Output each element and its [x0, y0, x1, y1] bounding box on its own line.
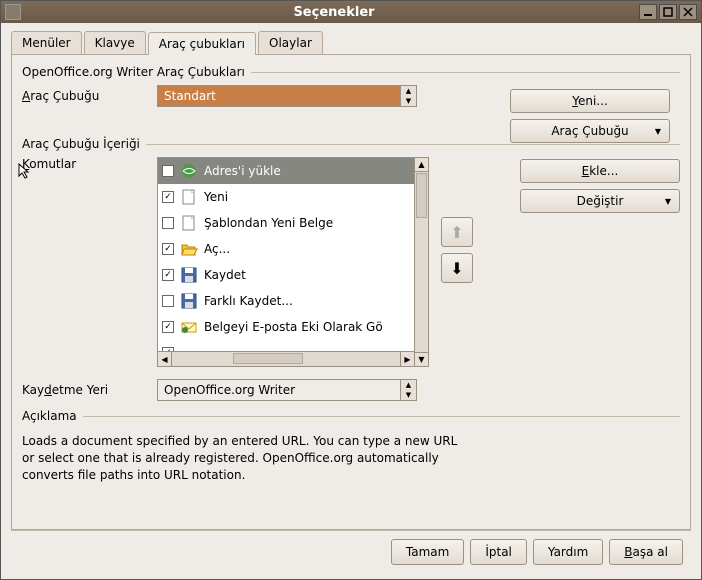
modify-button[interactable]: Değiştir▼	[520, 189, 680, 213]
divider	[251, 72, 680, 73]
commands-listbox[interactable]: Adres'i yükle ✓ Yeni Şablondan Yeni Belge ✓ A…	[157, 157, 414, 367]
scrollbar-vertical[interactable]: ▲ ▼	[414, 157, 429, 367]
tab-content: OpenOffice.org Writer Araç Çubukları Ara…	[11, 54, 691, 530]
scroll-right-icon[interactable]: ▶	[400, 352, 414, 366]
checkbox[interactable]: ✓	[162, 191, 174, 203]
legend-content: Araç Çubuğu İçeriği	[22, 137, 140, 151]
list-item[interactable]: ✓---------------------------------	[158, 340, 414, 351]
checkbox[interactable]	[162, 295, 174, 307]
doc-icon	[180, 188, 198, 206]
list-item[interactable]: ✓ Belgeyi E-posta Eki Olarak Gö	[158, 314, 414, 340]
doc-icon	[180, 214, 198, 232]
move-down-button[interactable]: ⬇	[441, 253, 473, 283]
chevron-down-icon: ▼	[655, 127, 661, 136]
spin-up-icon[interactable]: ▲	[401, 380, 416, 390]
ok-button[interactable]: Tamam	[391, 539, 464, 565]
divider	[83, 416, 680, 417]
chevron-down-icon: ▼	[665, 197, 671, 206]
tab-bar: Menüler Klavye Araç çubukları Olaylar	[11, 31, 691, 54]
list-item-label: Farklı Kaydet...	[204, 294, 293, 308]
scrollbar-horizontal[interactable]: ◀ ▶	[158, 351, 414, 366]
mail-icon	[180, 318, 198, 336]
scroll-down-icon[interactable]: ▼	[415, 352, 428, 366]
list-item-label: Şablondan Yeni Belge	[204, 216, 333, 230]
commands-label: Komutlar	[22, 157, 157, 171]
list-item-label: Aç...	[204, 242, 230, 256]
spin-down-icon[interactable]: ▼	[401, 96, 416, 106]
close-button[interactable]	[679, 4, 697, 20]
tab-menus[interactable]: Menüler	[11, 31, 82, 54]
checkbox[interactable]: ✓	[162, 269, 174, 281]
scroll-left-icon[interactable]: ◀	[158, 352, 172, 366]
save-icon	[180, 292, 198, 310]
cancel-button[interactable]: İptal	[470, 539, 527, 565]
minimize-button[interactable]	[639, 4, 657, 20]
help-button[interactable]: Yardım	[533, 539, 603, 565]
open-icon	[180, 240, 198, 258]
new-button[interactable]: Yeni...	[510, 89, 670, 113]
spin-down-icon[interactable]: ▼	[401, 390, 416, 400]
list-item[interactable]: ✓ Kaydet	[158, 262, 414, 288]
legend-description: Açıklama	[22, 409, 77, 423]
url-icon	[180, 162, 198, 180]
tab-events[interactable]: Olaylar	[258, 31, 323, 54]
move-up-button[interactable]: ⬆	[441, 217, 473, 247]
list-item-label: Yeni	[204, 190, 228, 204]
save-location-label: Kaydetme Yeri	[22, 383, 157, 397]
list-item[interactable]: ✓ Aç...	[158, 236, 414, 262]
scroll-up-icon[interactable]: ▲	[415, 158, 428, 172]
list-item-label: Kaydet	[204, 268, 246, 282]
legend-toolbars: OpenOffice.org Writer Araç Çubukları	[22, 65, 245, 79]
description-text: Loads a document specified by an entered…	[22, 429, 462, 487]
save-location-select[interactable]: OpenOffice.org Writer ▲▼	[157, 379, 417, 401]
spin-up-icon[interactable]: ▲	[401, 86, 416, 96]
window-title: Seçenekler	[29, 5, 639, 20]
toolbar-label: Araç Çubuğu	[22, 89, 157, 103]
tab-toolbars[interactable]: Araç çubukları	[148, 32, 256, 55]
list-item[interactable]: Adres'i yükle	[158, 158, 414, 184]
save-icon	[180, 266, 198, 284]
dialog-buttons: Tamam İptal Yardım Başa al	[11, 530, 691, 573]
checkbox[interactable]: ✓	[162, 243, 174, 255]
checkbox[interactable]	[162, 217, 174, 229]
checkbox[interactable]	[162, 165, 174, 177]
app-icon	[5, 4, 21, 20]
titlebar: Seçenekler	[1, 1, 701, 23]
list-item[interactable]: Şablondan Yeni Belge	[158, 210, 414, 236]
list-item[interactable]: ✓ Yeni	[158, 184, 414, 210]
tab-keyboard[interactable]: Klavye	[84, 31, 146, 54]
checkbox[interactable]: ✓	[162, 321, 174, 333]
divider	[146, 144, 680, 145]
reset-button[interactable]: Başa al	[609, 539, 683, 565]
list-item[interactable]: Farklı Kaydet...	[158, 288, 414, 314]
list-item-label: Adres'i yükle	[204, 164, 281, 178]
blank-icon	[180, 344, 198, 351]
toolbar-select[interactable]: Standart ▲▼	[157, 85, 417, 107]
list-item-label: Belgeyi E-posta Eki Olarak Gö	[204, 320, 383, 334]
add-button[interactable]: Ekle...	[520, 159, 680, 183]
maximize-button[interactable]	[659, 4, 677, 20]
